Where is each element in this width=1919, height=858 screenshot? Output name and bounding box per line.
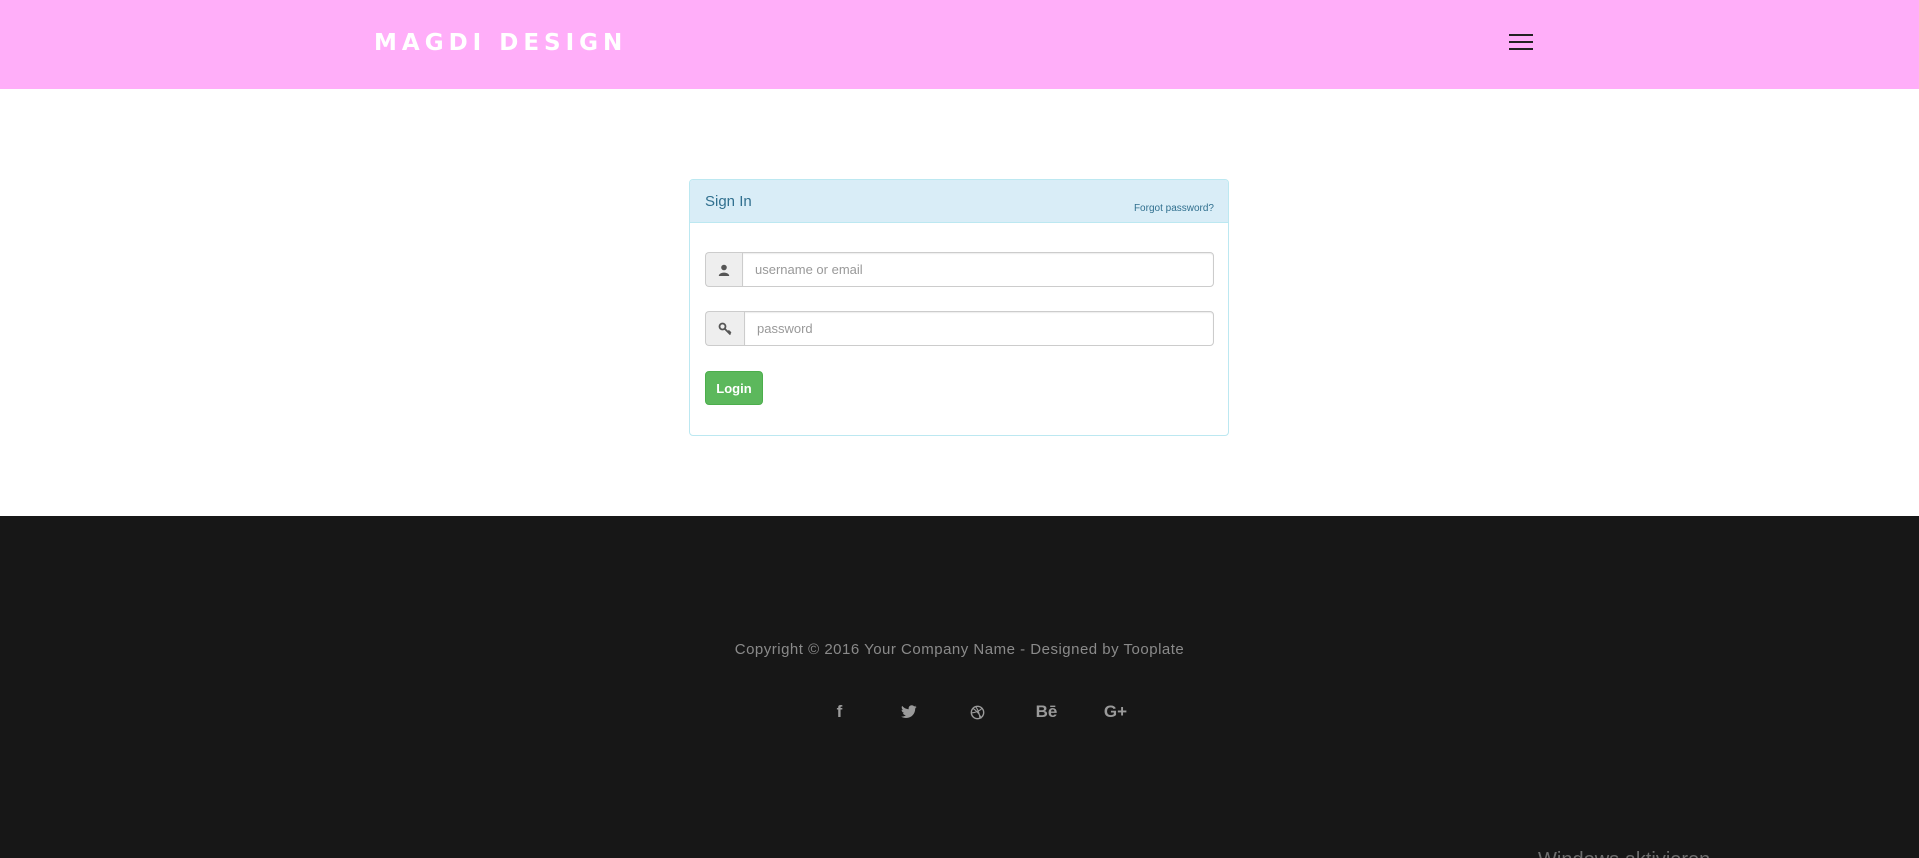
hamburger-menu-icon[interactable] [1509, 34, 1533, 54]
login-button[interactable]: Login [705, 371, 763, 405]
panel-heading: Sign In Forgot password? [690, 180, 1228, 223]
key-icon [705, 311, 744, 346]
behance-icon[interactable]: Bē [1012, 700, 1081, 724]
forgot-password-link[interactable]: Forgot password? [1134, 203, 1214, 214]
copyright-text: Copyright © 2016 Your Company Name - Des… [734, 641, 1185, 658]
footer: Copyright © 2016 Your Company Name - Des… [0, 516, 1919, 858]
navbar: MAGDI DESIGN [0, 0, 1919, 89]
username-input[interactable] [742, 252, 1214, 287]
google-plus-icon[interactable]: G+ [1081, 700, 1150, 724]
activation-watermark: Windows aktivieren [1538, 849, 1710, 858]
username-input-group [705, 252, 1214, 287]
brand-logo[interactable]: MAGDI DESIGN [374, 30, 627, 56]
password-input[interactable] [744, 311, 1214, 346]
user-icon [705, 252, 742, 287]
dribbble-icon[interactable] [943, 700, 1012, 724]
behance-glyph: Bē [1035, 702, 1058, 721]
social-links: f Bē G+ [805, 700, 1150, 724]
facebook-glyph: f [836, 702, 843, 721]
google-plus-glyph: G+ [1103, 702, 1128, 721]
twitter-icon[interactable] [874, 700, 943, 724]
password-input-group [705, 311, 1214, 346]
panel-title: Sign In [705, 193, 752, 210]
facebook-icon[interactable]: f [805, 700, 874, 724]
signin-panel: Sign In Forgot password? Login [689, 179, 1229, 436]
